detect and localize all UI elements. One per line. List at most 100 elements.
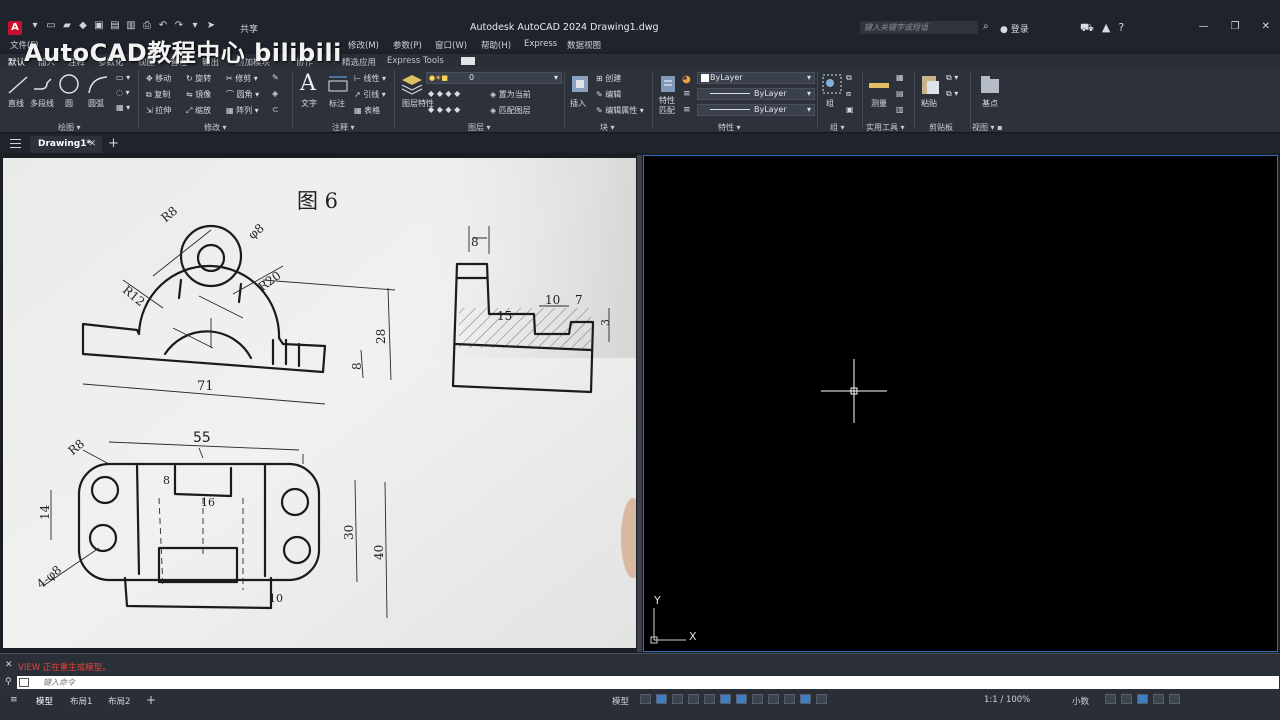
panel-clipboard-label[interactable]: 剪贴板 [929,122,953,133]
linear-button[interactable]: ⊢ 线性 ▾ [354,73,386,84]
menu-express[interactable]: Express [524,39,557,49]
lineweight-toggle-icon[interactable] [752,694,763,704]
layer-tools-row2[interactable]: ◆ ◆ ◆ ◆ [428,105,460,114]
scale-readout[interactable]: 1:1 / 100% [984,695,1030,705]
move-button[interactable]: ✥ 移动 [146,73,171,84]
leader-button[interactable]: ↗ 引线 ▾ [354,89,386,100]
tab-layout1[interactable]: 布局1 [70,695,92,707]
circle-button[interactable]: 圆 [65,98,73,109]
menu-data-view[interactable]: 数据视图 [567,39,601,51]
panel-utilities-label[interactable]: 实用工具 ▾ [866,122,905,133]
hatch-icon[interactable]: ◌ ▾ [116,88,130,97]
dropdown-icon[interactable]: ▾ [30,21,40,31]
isodraft-toggle-icon[interactable] [704,694,715,704]
menu-parametric[interactable]: 参数(P) [393,39,422,51]
polyline-button[interactable]: 多段线 [30,98,54,109]
line-button[interactable]: 直线 [8,98,24,109]
edit-attr-button[interactable]: ✎ 编辑属性 ▾ [596,105,644,116]
cut-icon[interactable]: ⧉ ▾ [946,73,958,83]
trim-button[interactable]: ✂ 修剪 ▾ [226,73,258,84]
model-viewport[interactable]: Y X [643,155,1278,652]
print-icon[interactable]: ⎙ [142,21,152,31]
select-all-icon[interactable]: ▥ [896,105,904,114]
autocad-logo-icon[interactable]: A [8,21,22,35]
insert-button[interactable]: 插入 [570,98,586,109]
document-tab[interactable]: Drawing1* ✕ [30,136,102,153]
lineweight-dropdown[interactable]: ByLayer ▾ [697,104,815,116]
add-layout-icon[interactable]: + [146,693,156,707]
osnap-toggle-icon[interactable] [720,694,731,704]
paste-button[interactable]: 粘贴 [921,98,937,109]
annotation-visibility-icon[interactable] [800,694,811,704]
plot-icon[interactable]: ▥ [126,21,136,31]
qat-more-icon[interactable]: ▾ [190,21,200,31]
paste-icon[interactable] [918,72,942,96]
explode-icon[interactable]: ◈ [272,89,278,98]
grid-toggle-icon[interactable] [640,694,651,704]
command-customize-icon[interactable]: ⚲ [5,677,12,687]
undo-icon[interactable]: ↶ [158,21,168,31]
stretch-button[interactable]: ⇲ 拉伸 [146,105,171,116]
hamburger-menu-icon[interactable] [10,139,21,148]
linetype-dropdown[interactable]: ByLayer ▾ [697,88,815,100]
quick-calc-icon[interactable]: ▦ [896,73,904,82]
ortho-toggle-icon[interactable] [672,694,683,704]
transparency-toggle-icon[interactable] [768,694,779,704]
copy-clip-icon[interactable]: ⧉ ▾ [946,89,958,99]
rectangle-icon[interactable]: ▭ ▾ [116,73,130,82]
match-properties-button[interactable]: 特性匹配 [659,96,679,116]
line-icon[interactable] [6,73,30,97]
layer-dropdown[interactable]: ●☀■ 0 ▾ [426,72,562,84]
panel-groups-label[interactable]: 组 ▾ [830,122,845,133]
match-layer-button[interactable]: ◈ 匹配图层 [490,105,531,116]
workspace-icon[interactable] [1105,694,1116,704]
menu-window[interactable]: 窗口(W) [435,39,467,51]
snap-toggle-icon[interactable] [656,694,667,704]
measure-button[interactable]: 测量 [871,98,887,109]
tab-layout2[interactable]: 布局2 [108,695,130,707]
layer-tools-row1[interactable]: ◆ ◆ ◆ ◆ [428,89,460,98]
ungroup-icon[interactable]: ⧉ [846,73,852,83]
help-icon[interactable]: ? [1118,21,1124,36]
circle-icon[interactable] [57,72,81,96]
group-button[interactable]: 组 [826,98,834,109]
panel-draw-label[interactable]: 绘图 ▾ [58,122,81,133]
close-icon[interactable]: ✕ [1262,21,1270,32]
search-input[interactable]: 键入关键字或短语 [860,21,978,34]
clean-screen-icon[interactable] [1153,694,1164,704]
insert-icon[interactable] [568,72,592,96]
annotation-scale-icon[interactable] [816,694,827,704]
erase-icon[interactable]: ✎ [272,73,279,82]
arc-icon[interactable] [86,73,110,97]
menu-modify[interactable]: 修改(M) [348,39,379,51]
color-dropdown[interactable]: ByLayer ▾ [697,72,815,84]
dimension-icon[interactable] [326,73,350,97]
command-close-icon[interactable]: ✕ [5,660,13,670]
create-block-button[interactable]: ⊞ 创建 [596,73,621,84]
fillet-button[interactable]: ⌒ 圆角 ▾ [226,89,259,100]
id-point-icon[interactable]: ▤ [896,89,904,98]
base-view-icon[interactable] [978,73,1002,97]
selection-cycling-icon[interactable] [784,694,795,704]
panel-view-label[interactable]: 视图 ▾ ▪ [972,122,1003,133]
dimension-button[interactable]: 标注 [329,98,345,109]
viewport-splitter[interactable] [637,155,642,652]
offset-icon[interactable]: ⊂ [272,105,279,114]
restore-icon[interactable]: ❐ [1231,21,1240,32]
tab-model[interactable]: 模型 [36,695,53,707]
otrack-toggle-icon[interactable] [736,694,747,704]
menu-help[interactable]: 帮助(H) [481,39,511,51]
group-select-icon[interactable]: ▣ [846,105,854,114]
rotate-button[interactable]: ↻ 旋转 [186,73,211,84]
edit-block-button[interactable]: ✎ 编辑 [596,89,621,100]
layout-menu-icon[interactable]: ≡ [10,695,18,705]
save-icon[interactable]: ▣ [94,21,104,31]
table-button[interactable]: ▦ 表格 [354,105,380,116]
model-space-label[interactable]: 模型 [612,695,629,707]
units-readout[interactable]: 小数 [1072,695,1089,707]
community-icon[interactable]: ▲ [1102,21,1110,36]
set-current-button[interactable]: ◈ 置为当前 [490,89,531,100]
panel-modify-label[interactable]: 修改 ▾ [204,122,227,133]
base-view-button[interactable]: 基点 [982,98,998,109]
ribbon-toggle-icon[interactable] [461,57,475,65]
